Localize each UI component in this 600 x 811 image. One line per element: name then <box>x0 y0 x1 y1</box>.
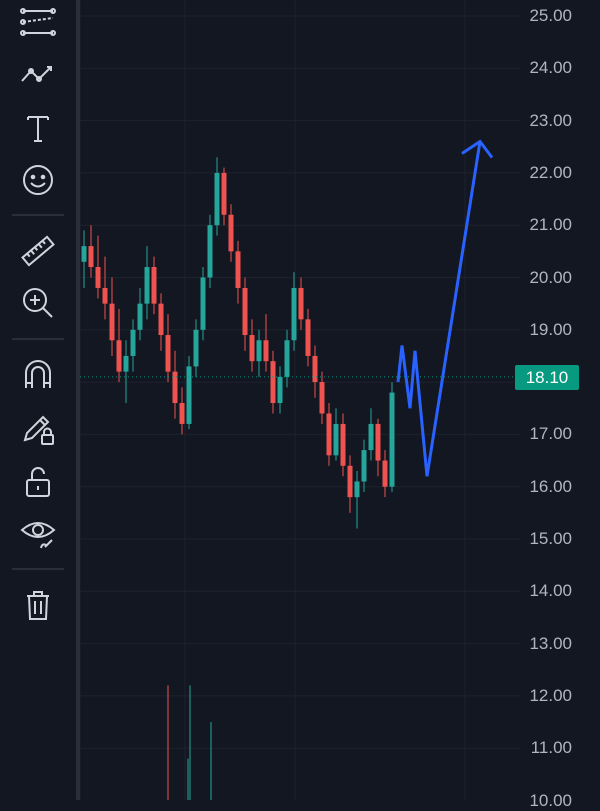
price-axis-label: 10.00 <box>529 790 572 810</box>
candle <box>109 277 115 356</box>
candle <box>340 413 346 477</box>
trend-line-tool-icon[interactable] <box>18 54 58 94</box>
drawn-zigzag-arrow[interactable] <box>396 141 482 477</box>
price-chart[interactable] <box>79 0 600 801</box>
candle <box>179 387 185 435</box>
candle <box>312 345 318 398</box>
candle <box>214 157 220 236</box>
candle <box>81 230 87 288</box>
magnet-icon[interactable] <box>18 355 58 395</box>
candle <box>193 319 199 377</box>
price-axis-label: 24.00 <box>529 58 572 78</box>
candle <box>242 277 248 351</box>
chart-canvas[interactable] <box>79 0 600 801</box>
candle <box>144 246 150 320</box>
candle <box>277 366 283 414</box>
candle <box>88 225 94 278</box>
chart-app: 25.0024.0023.0022.0021.0020.0019.0018.00… <box>0 0 600 810</box>
candle <box>389 382 395 492</box>
candle <box>102 256 108 320</box>
toolbar-divider-2 <box>12 338 64 340</box>
price-axis-label: 25.00 <box>529 6 572 25</box>
unlock-icon[interactable] <box>18 462 58 502</box>
candle <box>165 314 171 383</box>
grid <box>79 0 520 801</box>
candle <box>284 329 290 388</box>
candle <box>235 240 241 304</box>
candle <box>186 355 192 430</box>
price-axis-label: 21.00 <box>529 215 572 235</box>
price-axis-label: 13.00 <box>529 633 572 653</box>
candle <box>263 314 269 372</box>
candle <box>130 319 136 372</box>
candle <box>298 277 304 330</box>
candle <box>354 471 360 529</box>
candle <box>172 350 178 419</box>
toolbar-divider-3 <box>12 568 64 570</box>
current-price-badge: 18.10 <box>515 365 579 390</box>
trash-icon[interactable] <box>18 585 58 625</box>
price-axis-label: 16.00 <box>529 476 572 496</box>
candle <box>305 308 311 367</box>
candle <box>347 455 353 513</box>
price-axis-label: 23.00 <box>529 110 572 130</box>
price-axis-label: 15.00 <box>529 529 572 548</box>
candle <box>123 340 129 404</box>
candle <box>291 272 297 351</box>
eye-paint-icon[interactable] <box>18 512 58 552</box>
price-axis-label: 19.00 <box>529 319 572 339</box>
candle <box>256 329 262 377</box>
volume-bars <box>167 685 308 801</box>
candle <box>368 408 374 461</box>
price-axis-label: 12.00 <box>529 685 572 705</box>
candle <box>151 256 157 315</box>
price-axis-label: 20.00 <box>529 267 572 287</box>
price-axis-label: 22.00 <box>529 162 572 182</box>
candle <box>319 371 325 424</box>
candle <box>116 308 122 383</box>
candle <box>95 235 101 299</box>
candle <box>158 293 164 351</box>
emoji-icon[interactable] <box>18 160 58 200</box>
text-tool-icon[interactable] <box>18 108 58 148</box>
ruler-icon[interactable] <box>18 231 58 271</box>
candlesticks <box>81 157 395 529</box>
lock-drawing-icon[interactable] <box>18 409 58 449</box>
candle <box>249 319 255 372</box>
candle <box>228 204 234 262</box>
multi-line-tool-icon[interactable] <box>18 2 58 42</box>
price-axis-label: 17.00 <box>529 424 572 444</box>
drawing-toolbar <box>0 0 76 800</box>
candle <box>382 450 388 498</box>
candle <box>207 214 213 288</box>
candle <box>326 403 332 466</box>
candle <box>200 267 206 341</box>
candle <box>221 167 227 226</box>
candle <box>375 418 381 477</box>
candle <box>270 350 276 414</box>
price-axis-label: 11.00 <box>530 738 572 758</box>
candle <box>361 439 367 492</box>
price-axis-label: 14.00 <box>529 581 572 601</box>
toolbar-divider-1 <box>12 214 64 216</box>
zoom-in-icon[interactable] <box>18 283 58 323</box>
candle <box>333 408 339 461</box>
candle <box>137 287 143 341</box>
